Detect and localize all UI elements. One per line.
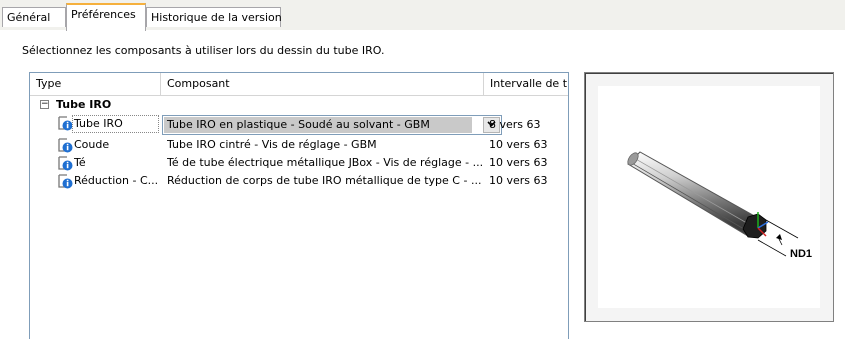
list-item[interactable]: Réduction - C... Réduction de corps de t… bbox=[30, 172, 568, 190]
row-type-label: Té bbox=[74, 156, 86, 169]
component-info-icon bbox=[58, 156, 73, 171]
preview-canvas: ND1 bbox=[598, 86, 820, 308]
tab-version-history[interactable]: Historique de la version bbox=[146, 7, 282, 27]
list-item[interactable]: Tube IRO Tube IRO en plastique - Soudé a… bbox=[30, 114, 568, 136]
nominal-diameter-label: ND1 bbox=[790, 248, 813, 260]
tab-preferences[interactable]: Préférences bbox=[66, 3, 146, 31]
list-item[interactable]: Coude Tube IRO cintré - Vis de réglage -… bbox=[30, 136, 568, 154]
component-list[interactable]: Type Composant Intervalle de t − Tube IR… bbox=[29, 72, 569, 339]
group-name: Tube IRO bbox=[56, 98, 112, 111]
row-range: 10 vers 63 bbox=[489, 138, 548, 151]
component-select-value: Tube IRO en plastique - Soudé au solvant… bbox=[164, 117, 472, 133]
row-component[interactable]: Té de tube électrique métallique JBox - … bbox=[167, 154, 482, 172]
column-header-type[interactable]: Type bbox=[30, 73, 161, 95]
row-range: 8 vers 63 bbox=[489, 118, 541, 131]
row-type-label: Coude bbox=[74, 138, 110, 151]
column-header-component[interactable]: Composant bbox=[161, 73, 484, 95]
tab-general[interactable]: Général bbox=[2, 7, 66, 27]
component-select[interactable]: Tube IRO en plastique - Soudé au solvant… bbox=[162, 115, 502, 135]
instruction-text: Sélectionnez les composants à utiliser l… bbox=[22, 44, 385, 57]
row-range: 10 vers 63 bbox=[489, 174, 548, 187]
conduit-preview-image bbox=[627, 151, 799, 257]
component-preview: ND1 bbox=[584, 72, 834, 322]
column-header-range[interactable]: Intervalle de t bbox=[484, 73, 568, 95]
group-row: − Tube IRO bbox=[30, 96, 568, 114]
collapse-icon[interactable]: − bbox=[40, 100, 49, 109]
row-range: 10 vers 63 bbox=[489, 156, 548, 169]
row-type-label: Réduction - C... bbox=[74, 174, 159, 187]
component-info-icon bbox=[58, 174, 73, 189]
row-component[interactable]: Tube IRO cintré - Vis de réglage - GBM bbox=[167, 136, 482, 154]
row-type-label: Tube IRO bbox=[72, 115, 159, 133]
component-info-icon bbox=[58, 138, 73, 153]
tab-strip: Général Préférences Historique de la ver… bbox=[0, 0, 845, 31]
component-info-icon bbox=[58, 116, 73, 131]
row-component[interactable]: Réduction de corps de tube IRO métalliqu… bbox=[167, 172, 482, 190]
column-header-bar: Type Composant Intervalle de t bbox=[30, 73, 568, 96]
list-item[interactable]: Té Té de tube électrique métallique JBox… bbox=[30, 154, 568, 172]
